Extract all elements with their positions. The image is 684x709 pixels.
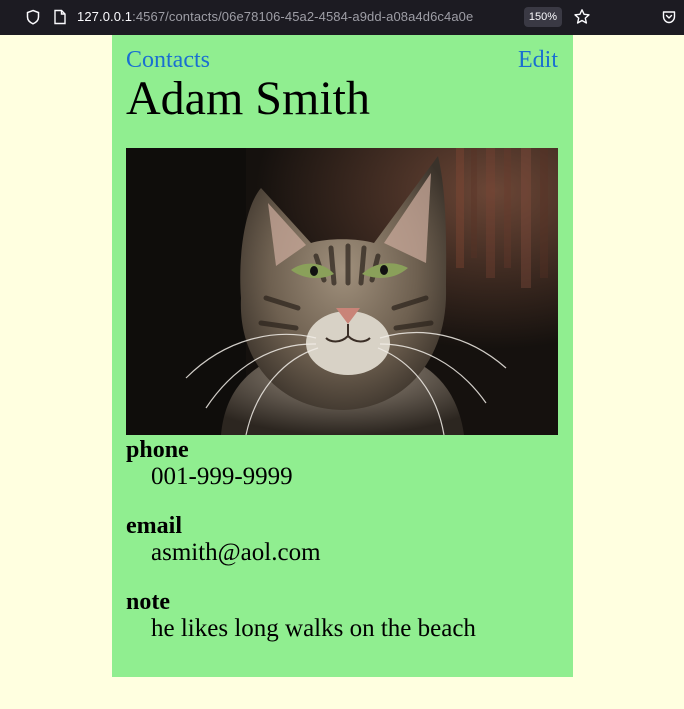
- note-label: note: [126, 589, 170, 615]
- contact-card: Contacts Edit Adam Smith phone 001-999-9…: [112, 35, 573, 677]
- bookmark-star-icon[interactable]: [573, 8, 591, 26]
- contact-name: Adam Smith: [126, 72, 371, 125]
- note-field: note he likes long walks on the beach: [126, 589, 476, 643]
- pocket-icon[interactable]: [660, 8, 678, 26]
- email-label: email: [126, 513, 182, 539]
- contacts-link[interactable]: Contacts: [126, 47, 210, 74]
- phone-value: 001-999-9999: [151, 463, 293, 490]
- contact-photo: [126, 148, 558, 435]
- phone-field: phone 001-999-9999: [126, 437, 293, 491]
- edit-link[interactable]: Edit: [518, 47, 558, 74]
- url-bar[interactable]: 127.0.0.1:4567/contacts/06e78106-45a2-45…: [77, 9, 473, 24]
- shield-icon[interactable]: [24, 8, 42, 26]
- phone-label: phone: [126, 437, 189, 463]
- zoom-badge[interactable]: 150%: [524, 7, 562, 27]
- page-icon[interactable]: [51, 8, 69, 26]
- email-field: email asmith@aol.com: [126, 513, 321, 567]
- browser-toolbar: 127.0.0.1:4567/contacts/06e78106-45a2-45…: [0, 0, 684, 35]
- note-value: he likes long walks on the beach: [151, 615, 476, 642]
- url-path: :4567/contacts/06e78106-45a2-4584-a9dd-a…: [132, 9, 474, 24]
- email-value: asmith@aol.com: [151, 539, 321, 566]
- url-host: 127.0.0.1: [77, 9, 133, 24]
